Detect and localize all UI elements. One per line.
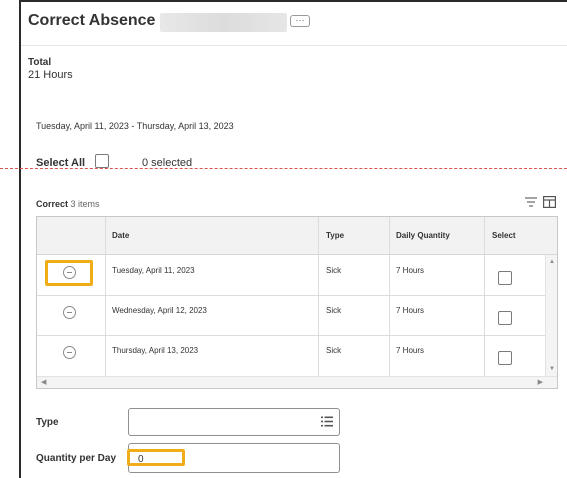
- cell-type: Sick: [326, 346, 342, 355]
- selected-count: 0 selected: [142, 157, 193, 169]
- total-label: Total: [28, 57, 52, 68]
- column-header-type[interactable]: Type: [326, 231, 344, 240]
- scroll-left-icon[interactable]: ◀: [41, 378, 46, 386]
- table-view-icon[interactable]: [543, 196, 556, 208]
- remove-row-icon[interactable]: [63, 306, 76, 319]
- cell-type: Sick: [326, 306, 342, 315]
- remove-row-icon[interactable]: [63, 346, 76, 359]
- cell-date: Tuesday, April 11, 2023: [112, 266, 195, 275]
- scroll-right-icon[interactable]: ▶: [538, 378, 543, 386]
- page-title: Correct Absence: [28, 12, 156, 29]
- row-select-checkbox[interactable]: [498, 311, 512, 325]
- row-select-checkbox[interactable]: [498, 351, 512, 365]
- scroll-down-icon[interactable]: ▼: [549, 366, 555, 372]
- grid-header: Date Type Daily Quantity Select: [37, 217, 557, 255]
- grid-title: Correct 3 items: [36, 199, 100, 209]
- vertical-scrollbar[interactable]: ▲ ▼: [545, 255, 557, 376]
- select-all-label: Select All: [36, 157, 86, 169]
- header-divider: [21, 45, 567, 46]
- redacted-worker-name: [160, 13, 287, 32]
- grid-item-count: 3 items: [70, 199, 100, 209]
- more-actions-button[interactable]: ···: [290, 15, 310, 27]
- correct-grid: Date Type Daily Quantity Select Tuesday,…: [36, 216, 558, 389]
- grid-title-label: Correct: [36, 199, 69, 209]
- highlight-box: [45, 260, 93, 286]
- column-header-date[interactable]: Date: [112, 231, 129, 240]
- quantity-per-day-label: Quantity per Day: [36, 453, 117, 464]
- date-range: Tuesday, April 11, 2023 - Thursday, Apri…: [36, 121, 234, 131]
- cell-daily-quantity: 7 Hours: [396, 346, 425, 355]
- cell-daily-quantity: 7 Hours: [396, 266, 425, 275]
- column-header-select[interactable]: Select: [492, 231, 516, 240]
- total-value: 21 Hours: [28, 69, 73, 81]
- type-prompt-field[interactable]: [128, 408, 340, 436]
- cell-date: Thursday, April 13, 2023: [112, 346, 199, 355]
- select-all-checkbox[interactable]: [95, 154, 109, 168]
- column-header-daily-quantity[interactable]: Daily Quantity: [396, 231, 450, 240]
- cell-daily-quantity: 7 Hours: [396, 306, 425, 315]
- table-row: Wednesday, April 12, 2023 Sick 7 Hours: [37, 296, 545, 336]
- highlight-box: [127, 449, 185, 466]
- scroll-up-icon[interactable]: ▲: [549, 259, 555, 265]
- window-frame-top: [19, 0, 567, 2]
- window-frame-left: [19, 0, 21, 478]
- table-row: Thursday, April 13, 2023 Sick 7 Hours: [37, 336, 545, 376]
- list-prompt-icon[interactable]: [321, 416, 333, 427]
- type-label: Type: [36, 417, 59, 428]
- table-row: Tuesday, April 11, 2023 Sick 7 Hours: [37, 256, 545, 296]
- filter-icon[interactable]: [525, 197, 537, 208]
- cell-date: Wednesday, April 12, 2023: [112, 306, 207, 315]
- row-select-checkbox[interactable]: [498, 271, 512, 285]
- cell-type: Sick: [326, 266, 342, 275]
- horizontal-scrollbar[interactable]: ◀ ▶: [37, 376, 557, 388]
